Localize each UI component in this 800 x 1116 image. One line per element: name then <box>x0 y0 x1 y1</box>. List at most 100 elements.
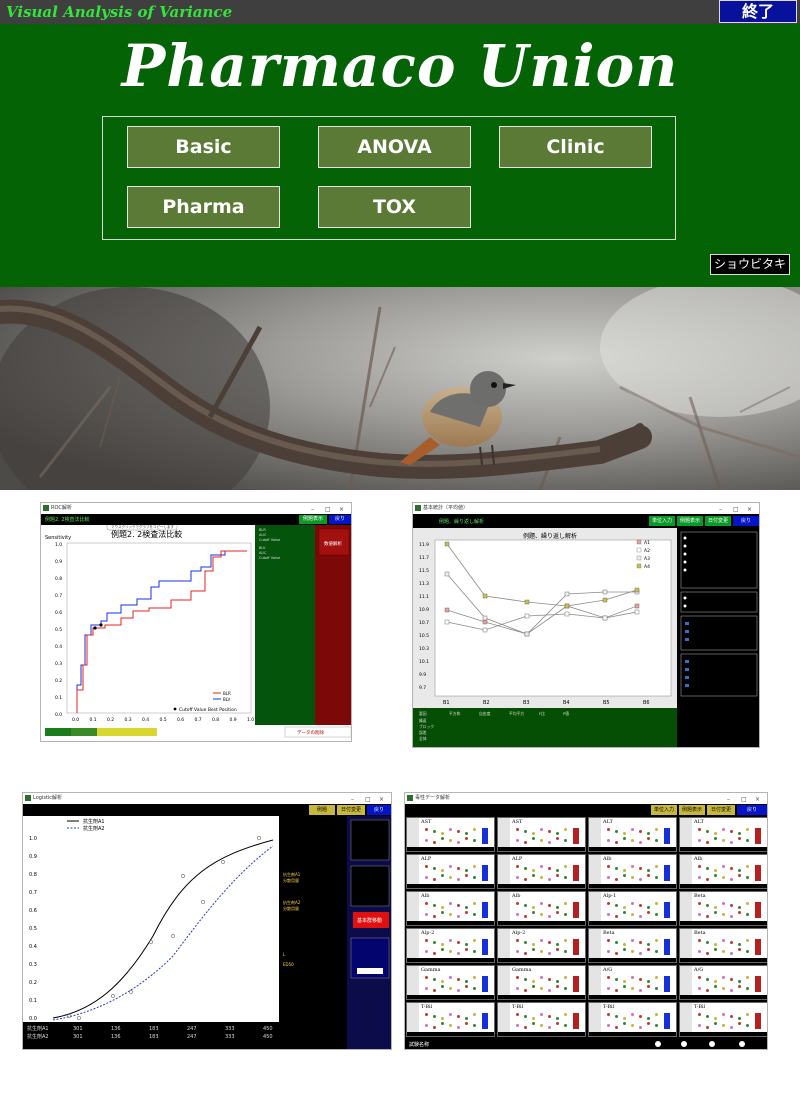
unit-button[interactable]: 単位入力 <box>649 516 675 526</box>
tox-dot <box>615 878 618 881</box>
tox-panel[interactable]: A/G <box>588 965 677 1000</box>
tox-panel[interactable]: T-Bil <box>679 1002 767 1037</box>
app-icon <box>25 795 31 801</box>
header-panel: Pharmaco Union Basic ANOVA Clinic Pharma… <box>0 24 800 287</box>
svg-text:繰返: 繰返 <box>419 718 427 723</box>
pharma-button[interactable]: Pharma <box>127 186 280 228</box>
unit-button[interactable]: 単位入力 <box>651 805 677 815</box>
tox-dot <box>516 902 519 905</box>
x-tick-label: B3 <box>523 700 530 706</box>
tox-panel[interactable]: T-Bil <box>497 1002 586 1037</box>
bird-name-button[interactable]: ショウビタキ <box>710 254 790 275</box>
app-icon <box>415 505 421 511</box>
tox-dot <box>722 987 725 990</box>
tox-panel[interactable]: Alp-1 <box>588 891 677 926</box>
tox-panel-label: Gamma <box>512 967 532 973</box>
tox-dot <box>623 837 626 840</box>
tox-panel[interactable]: Alp-2 <box>497 928 586 963</box>
tox-panel[interactable]: ALP <box>497 854 586 889</box>
tox-dot <box>556 985 559 988</box>
example-button[interactable]: 例題表示 <box>677 516 703 526</box>
tox-dot <box>706 878 709 881</box>
date-button[interactable]: 日付変更 <box>337 805 365 815</box>
dose-value: 136 <box>111 1026 121 1032</box>
tox-panel[interactable]: Beta <box>588 928 677 963</box>
window-titlebar: 基本統計（平均値） – □ × <box>413 503 759 514</box>
tox-panel[interactable]: ALP <box>406 854 495 889</box>
tox-panel-footer <box>498 995 585 999</box>
tox-panel-label: T-Bil <box>694 1004 706 1010</box>
tox-dot <box>473 987 476 990</box>
tox-dot <box>706 952 709 955</box>
tox-dot <box>556 911 559 914</box>
tox-panel[interactable]: Alp-2 <box>406 928 495 963</box>
tox-panel[interactable]: Alb <box>497 891 586 926</box>
tox-dot <box>738 985 741 988</box>
tox-panel[interactable]: Alb <box>406 891 495 926</box>
tox-panel[interactable]: AST <box>497 817 586 852</box>
tox-screenshot[interactable]: 毒性データ解析 – □ × 単位入力 例題表示 日付変更 戻り AST AST AL… <box>404 792 768 1050</box>
tox-dot <box>607 1013 610 1016</box>
tox-dot <box>532 837 535 840</box>
tox-dot <box>473 828 476 831</box>
tox-button[interactable]: TOX <box>318 186 471 228</box>
svg-text:AUC: AUC <box>259 533 267 537</box>
tox-dot <box>722 865 725 868</box>
tox-dot <box>746 1024 749 1027</box>
tox-dot <box>524 915 527 918</box>
logistic-screenshot[interactable]: Logistic解析 – □ × 例題 日付変更 戻り 1.0 0.9 0.8 0.7… <box>22 792 392 1050</box>
tox-panel[interactable]: Gamma <box>406 965 495 1000</box>
series-point <box>444 571 450 577</box>
example-button[interactable]: 例題表示 <box>679 805 705 815</box>
tox-dot <box>473 1024 476 1027</box>
back-button[interactable]: 戻り <box>329 515 351 524</box>
tox-dot <box>631 865 634 868</box>
tox-bar <box>573 865 579 881</box>
date-button[interactable]: 日付変更 <box>705 516 731 526</box>
date-button[interactable]: 日付変更 <box>707 805 735 815</box>
tox-panel[interactable]: AST <box>406 817 495 852</box>
tox-panel[interactable]: Beta <box>679 891 767 926</box>
tox-panel[interactable]: ALT <box>679 817 767 852</box>
tox-panel[interactable]: ALT <box>588 817 677 852</box>
basic-button[interactable]: Basic <box>127 126 280 168</box>
tox-dot <box>532 906 535 909</box>
tox-panel[interactable]: A/G <box>679 965 767 1000</box>
anova-screenshot[interactable]: 基本統計（平均値） – □ × 例題、繰り返し解析 単位入力 例題表示 日付変更… <box>412 502 760 748</box>
tox-panel-footer <box>407 995 494 999</box>
roc-screenshot[interactable]: ROC解析 – □ × 例題2. 2検査法比較 例題表示 戻り Sensitiv… <box>40 502 352 742</box>
series-point <box>634 587 640 593</box>
tox-dot <box>524 952 527 955</box>
back-button[interactable]: 戻り <box>733 516 759 526</box>
x-tick-label: 0.2 <box>107 717 114 723</box>
tox-dot <box>714 1022 717 1025</box>
back-button[interactable]: 戻り <box>367 805 391 815</box>
tox-dot <box>647 837 650 840</box>
tox-dot <box>698 1024 701 1027</box>
tox-panel-label: T-Bil <box>603 1004 615 1010</box>
example-button[interactable]: 例題表示 <box>299 515 327 524</box>
tox-dot <box>441 943 444 946</box>
tox-dot <box>714 874 717 877</box>
tox-panel[interactable]: Gamma <box>497 965 586 1000</box>
tox-dot <box>615 989 618 992</box>
anova-button[interactable]: ANOVA <box>318 126 471 168</box>
tox-panel[interactable]: T-Bil <box>588 1002 677 1037</box>
tox-dot <box>698 902 701 905</box>
y-tick-label: 0.8 <box>55 576 62 582</box>
tox-dot <box>746 1013 749 1016</box>
tox-dot <box>738 906 741 909</box>
exit-button[interactable]: 終了 <box>719 0 797 23</box>
tox-panel[interactable]: Alb <box>679 854 767 889</box>
tox-dot <box>607 865 610 868</box>
tox-panel[interactable]: Alb <box>588 854 677 889</box>
example-button[interactable]: 例題 <box>309 805 335 815</box>
tox-dot <box>457 989 460 992</box>
clinic-button[interactable]: Clinic <box>499 126 652 168</box>
tox-panel[interactable]: T-Bil <box>406 1002 495 1037</box>
back-button[interactable]: 戻り <box>737 805 767 815</box>
tox-dot <box>457 1026 460 1029</box>
legend-a1: 抗生剤A1 <box>83 818 105 825</box>
tox-panel-footer <box>680 995 767 999</box>
tox-panel[interactable]: Beta <box>679 928 767 963</box>
